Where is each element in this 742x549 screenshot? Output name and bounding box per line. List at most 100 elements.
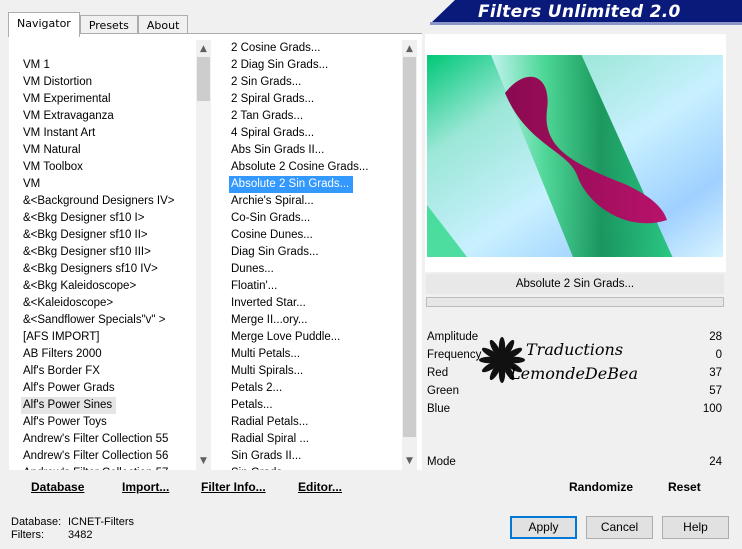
title-banner: Filters Unlimited 2.0	[430, 0, 742, 28]
filter-item[interactable]: Co-Sin Grads...	[229, 210, 399, 227]
mode-row[interactable]: Mode 24	[426, 452, 724, 472]
param-label: Amplitude	[427, 331, 479, 343]
mode-label: Mode	[427, 456, 456, 468]
category-item[interactable]: VM Instant Art	[21, 125, 194, 142]
filter-item[interactable]: Absolute 2 Sin Grads...	[229, 176, 354, 193]
filter-item[interactable]: 2 Tan Grads...	[229, 108, 399, 125]
category-item[interactable]: VM Extravaganza	[21, 108, 194, 125]
banner-underline	[430, 22, 742, 25]
param-value: 0	[715, 349, 722, 361]
category-item[interactable]: &<Bkg Kaleidoscope>	[21, 278, 194, 295]
scroll-up-arrow-icon[interactable]: ▲	[196, 42, 211, 56]
category-item[interactable]: [AFS IMPORT]	[21, 329, 194, 346]
watermark: Traductions LemondeDeBea	[478, 334, 678, 386]
filter-scroll-thumb[interactable]	[403, 57, 416, 437]
category-item[interactable]: Alf's Power Grads	[21, 380, 194, 397]
param-value: 57	[709, 385, 722, 397]
category-item[interactable]: Andrew's Filter Collection 55	[21, 431, 194, 448]
filter-item[interactable]: 4 Spiral Grads...	[229, 125, 399, 142]
category-item[interactable]: VM Natural	[21, 142, 194, 159]
filter-item[interactable]: Merge II...ory...	[229, 312, 399, 329]
category-list[interactable]: VM 1 VM Distortion VM Experimental VM Extra…	[21, 57, 194, 470]
tab-strip: Navigator Presets About	[8, 12, 189, 37]
database-status-value: ICNET-Filters	[68, 516, 134, 528]
filters-status-value: 3482	[68, 529, 93, 541]
database-status-label: Database:	[11, 516, 62, 528]
editor-button[interactable]: Editor...	[298, 480, 342, 494]
param-label: Frequency	[427, 349, 482, 361]
filter-scrollbar[interactable]: ▲ ▼	[402, 40, 417, 470]
filter-item[interactable]: Sin Grads...	[229, 465, 399, 470]
scroll-down-arrow-icon[interactable]: ▼	[196, 454, 211, 468]
filter-item[interactable]: Absolute 2 Cosine Grads...	[229, 159, 399, 176]
category-item[interactable]: VM Distortion	[21, 74, 194, 91]
mode-value: 24	[709, 456, 722, 468]
filter-item[interactable]: Dunes...	[229, 261, 399, 278]
randomize-button[interactable]: Randomize	[569, 480, 633, 494]
category-item[interactable]: &<Bkg Designer sf10 III>	[21, 244, 194, 261]
param-label: Green	[427, 385, 459, 397]
category-item[interactable]: &<Bkg Designer sf10 II>	[21, 227, 194, 244]
param-label: Red	[427, 367, 449, 379]
import-button[interactable]: Import...	[122, 480, 169, 494]
filter-item[interactable]: Sin Grads II...	[229, 448, 399, 465]
filter-item[interactable]: 2 Cosine Grads...	[229, 40, 399, 57]
filter-item[interactable]: Cosine Dunes...	[229, 227, 399, 244]
param-value: 37	[709, 367, 722, 379]
filter-item[interactable]: Floatin'...	[229, 278, 399, 295]
category-item[interactable]: Andrew's Filter Collection 57	[21, 465, 194, 470]
filter-item[interactable]: Multi Spirals...	[229, 363, 399, 380]
category-item[interactable]: &<Sandflower Specials"v" >	[21, 312, 194, 329]
scroll-down-arrow-icon[interactable]: ▼	[402, 454, 417, 468]
help-button[interactable]: Help	[662, 516, 729, 539]
category-item[interactable]: &<Bkg Designer sf10 I>	[21, 210, 194, 227]
tab-navigator[interactable]: Navigator	[8, 12, 80, 37]
preview-graphic	[427, 55, 723, 257]
category-item[interactable]: VM	[21, 176, 194, 193]
filter-item[interactable]: Diag Sin Grads...	[229, 244, 399, 261]
selected-filter-name: Absolute 2 Sin Grads...	[426, 274, 724, 294]
filter-item[interactable]: Merge Love Puddle...	[229, 329, 399, 346]
category-item[interactable]: Alf's Border FX	[21, 363, 194, 380]
database-status: Database: ICNET-Filters	[11, 516, 134, 528]
filter-list[interactable]: 2 Cosine Grads... 2 Diag Sin Grads... 2 Si…	[229, 40, 399, 470]
watermark-line1: Traductions	[526, 340, 624, 359]
category-item[interactable]: VM 1	[21, 57, 194, 74]
filter-item[interactable]: Radial Spiral ...	[229, 431, 399, 448]
filter-item[interactable]: 2 Diag Sin Grads...	[229, 57, 399, 74]
param-value: 28	[709, 331, 722, 343]
param-value: 100	[702, 403, 722, 415]
filter-item[interactable]: Abs Sin Grads II...	[229, 142, 399, 159]
category-scrollbar[interactable]: ▲ ▼	[196, 40, 211, 470]
category-item[interactable]: Alf's Power Toys	[21, 414, 194, 431]
category-item[interactable]: &<Kaleidoscope>	[21, 295, 194, 312]
category-item[interactable]: AB Filters 2000	[21, 346, 194, 363]
param-label: Blue	[427, 403, 451, 415]
category-item[interactable]: VM Experimental	[21, 91, 194, 108]
database-button[interactable]: Database	[31, 480, 84, 494]
category-item[interactable]: &<Bkg Designers sf10 IV>	[21, 261, 194, 278]
category-item[interactable]: VM Toolbox	[21, 159, 194, 176]
filter-item[interactable]: Multi Petals...	[229, 346, 399, 363]
cancel-button[interactable]: Cancel	[586, 516, 653, 539]
filter-item[interactable]: Inverted Star...	[229, 295, 399, 312]
filters-status-label: Filters:	[11, 529, 44, 541]
filter-item[interactable]: Archie's Spiral...	[229, 193, 399, 210]
category-item[interactable]: &<Background Designers IV>	[21, 193, 194, 210]
reset-button[interactable]: Reset	[668, 480, 701, 494]
scroll-up-arrow-icon[interactable]: ▲	[402, 42, 417, 56]
preview-image	[427, 55, 723, 257]
filter-item[interactable]: 2 Spiral Grads...	[229, 91, 399, 108]
apply-button[interactable]: Apply	[510, 516, 577, 539]
param-slider[interactable]: Blue 100	[426, 400, 724, 418]
filters-status: Filters: 3482	[11, 529, 92, 541]
category-scroll-thumb[interactable]	[197, 57, 210, 101]
filter-item[interactable]: Petals 2...	[229, 380, 399, 397]
category-item[interactable]: Alf's Power Sines	[21, 397, 117, 414]
filter-item[interactable]: 2 Sin Grads...	[229, 74, 399, 91]
filter-item[interactable]: Radial Petals...	[229, 414, 399, 431]
watermark-line2: LemondeDeBea	[510, 364, 638, 383]
filter-item[interactable]: Petals...	[229, 397, 399, 414]
category-item[interactable]: Andrew's Filter Collection 56	[21, 448, 194, 465]
filter-info-button[interactable]: Filter Info...	[201, 480, 266, 494]
